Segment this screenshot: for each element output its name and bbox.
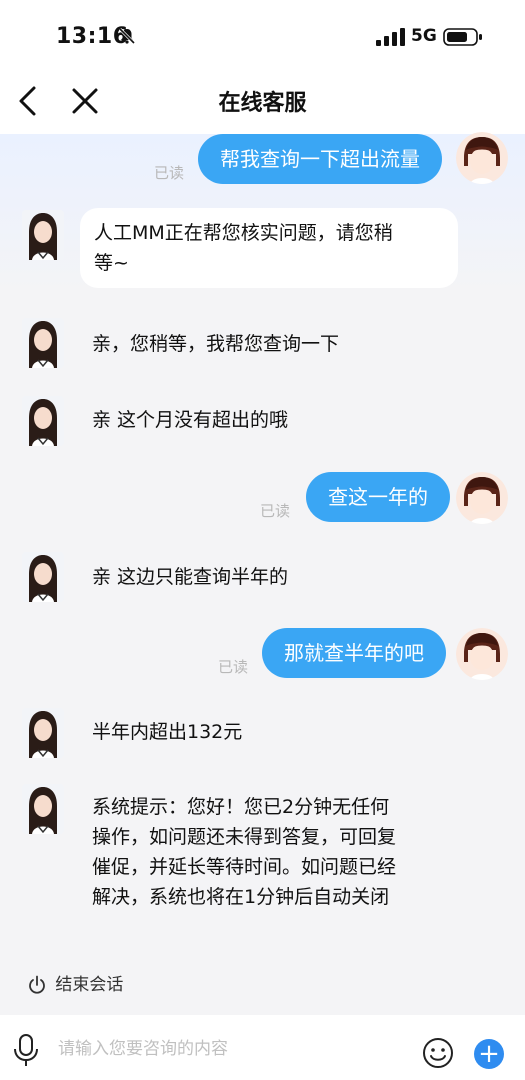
agent-message-text[interactable]: 亲 这个月没有超出的哦: [92, 405, 288, 435]
agent-message-text[interactable]: 亲，您稍等，我帮您查询一下: [92, 329, 339, 359]
user-avatar: [456, 472, 508, 524]
read-receipt: 已读: [218, 658, 249, 676]
add-button[interactable]: +: [474, 1039, 504, 1069]
signal-icon: [376, 28, 405, 46]
power-icon: [29, 975, 45, 994]
status-bar: 13:16 5G: [0, 0, 525, 70]
agent-message-text[interactable]: 亲 这边只能查询半年的: [92, 562, 288, 592]
system-notice-message[interactable]: 系统提示：您好！您已2分钟无任何 操作，如问题还未得到答复，可回复 催促，并延长…: [92, 792, 452, 912]
agent-avatar: [22, 396, 64, 446]
user-avatar: [456, 132, 508, 184]
agent-message-text[interactable]: 半年内超出132元: [92, 717, 242, 747]
agent-message-bubble[interactable]: 人工MM正在帮您核实问题，请您稍 等~: [80, 208, 458, 288]
end-session-button[interactable]: 结束会话: [28, 970, 123, 995]
agent-avatar: [22, 318, 64, 368]
user-avatar: [456, 628, 508, 680]
message-line: 催促，并延长等待时间。如问题已经: [92, 856, 397, 878]
read-receipt: 已读: [154, 164, 185, 182]
read-receipt: 已读: [260, 502, 291, 520]
user-message-bubble[interactable]: 帮我查询一下超出流量: [198, 134, 442, 184]
agent-avatar: [22, 210, 64, 260]
agent-avatar: [22, 708, 64, 758]
emoji-icon[interactable]: [422, 1037, 454, 1069]
page-title: 在线客服: [218, 91, 307, 116]
user-message-bubble[interactable]: 那就查半年的吧: [262, 628, 446, 678]
nav-bar: 在线客服: [0, 70, 525, 134]
message-line: 解决，系统也将在1分钟后自动关闭: [92, 886, 390, 908]
agent-avatar: [22, 784, 64, 834]
chat-area[interactable]: 已读 帮我查询一下超出流量 人工MM正在帮您核实问题，请您稍 等~ 亲，您稍等，…: [0, 132, 525, 954]
bell-muted-icon: [118, 27, 136, 45]
input-bar: +: [0, 1015, 525, 1080]
microphone-icon[interactable]: [12, 1033, 40, 1067]
message-input[interactable]: [56, 1033, 410, 1065]
message-line: 人工MM正在帮您核实问题，请您稍: [94, 222, 393, 244]
message-line: 操作，如问题还未得到答复，可回复: [92, 826, 397, 848]
message-line: 系统提示：您好！您已2分钟无任何: [92, 796, 390, 818]
message-line: 等~: [94, 252, 129, 274]
user-message-bubble[interactable]: 查这一年的: [306, 472, 450, 522]
battery-icon: [443, 28, 482, 46]
agent-avatar: [22, 552, 64, 602]
end-session-label: 结束会话: [55, 975, 124, 995]
network-type: 5G: [411, 26, 437, 46]
